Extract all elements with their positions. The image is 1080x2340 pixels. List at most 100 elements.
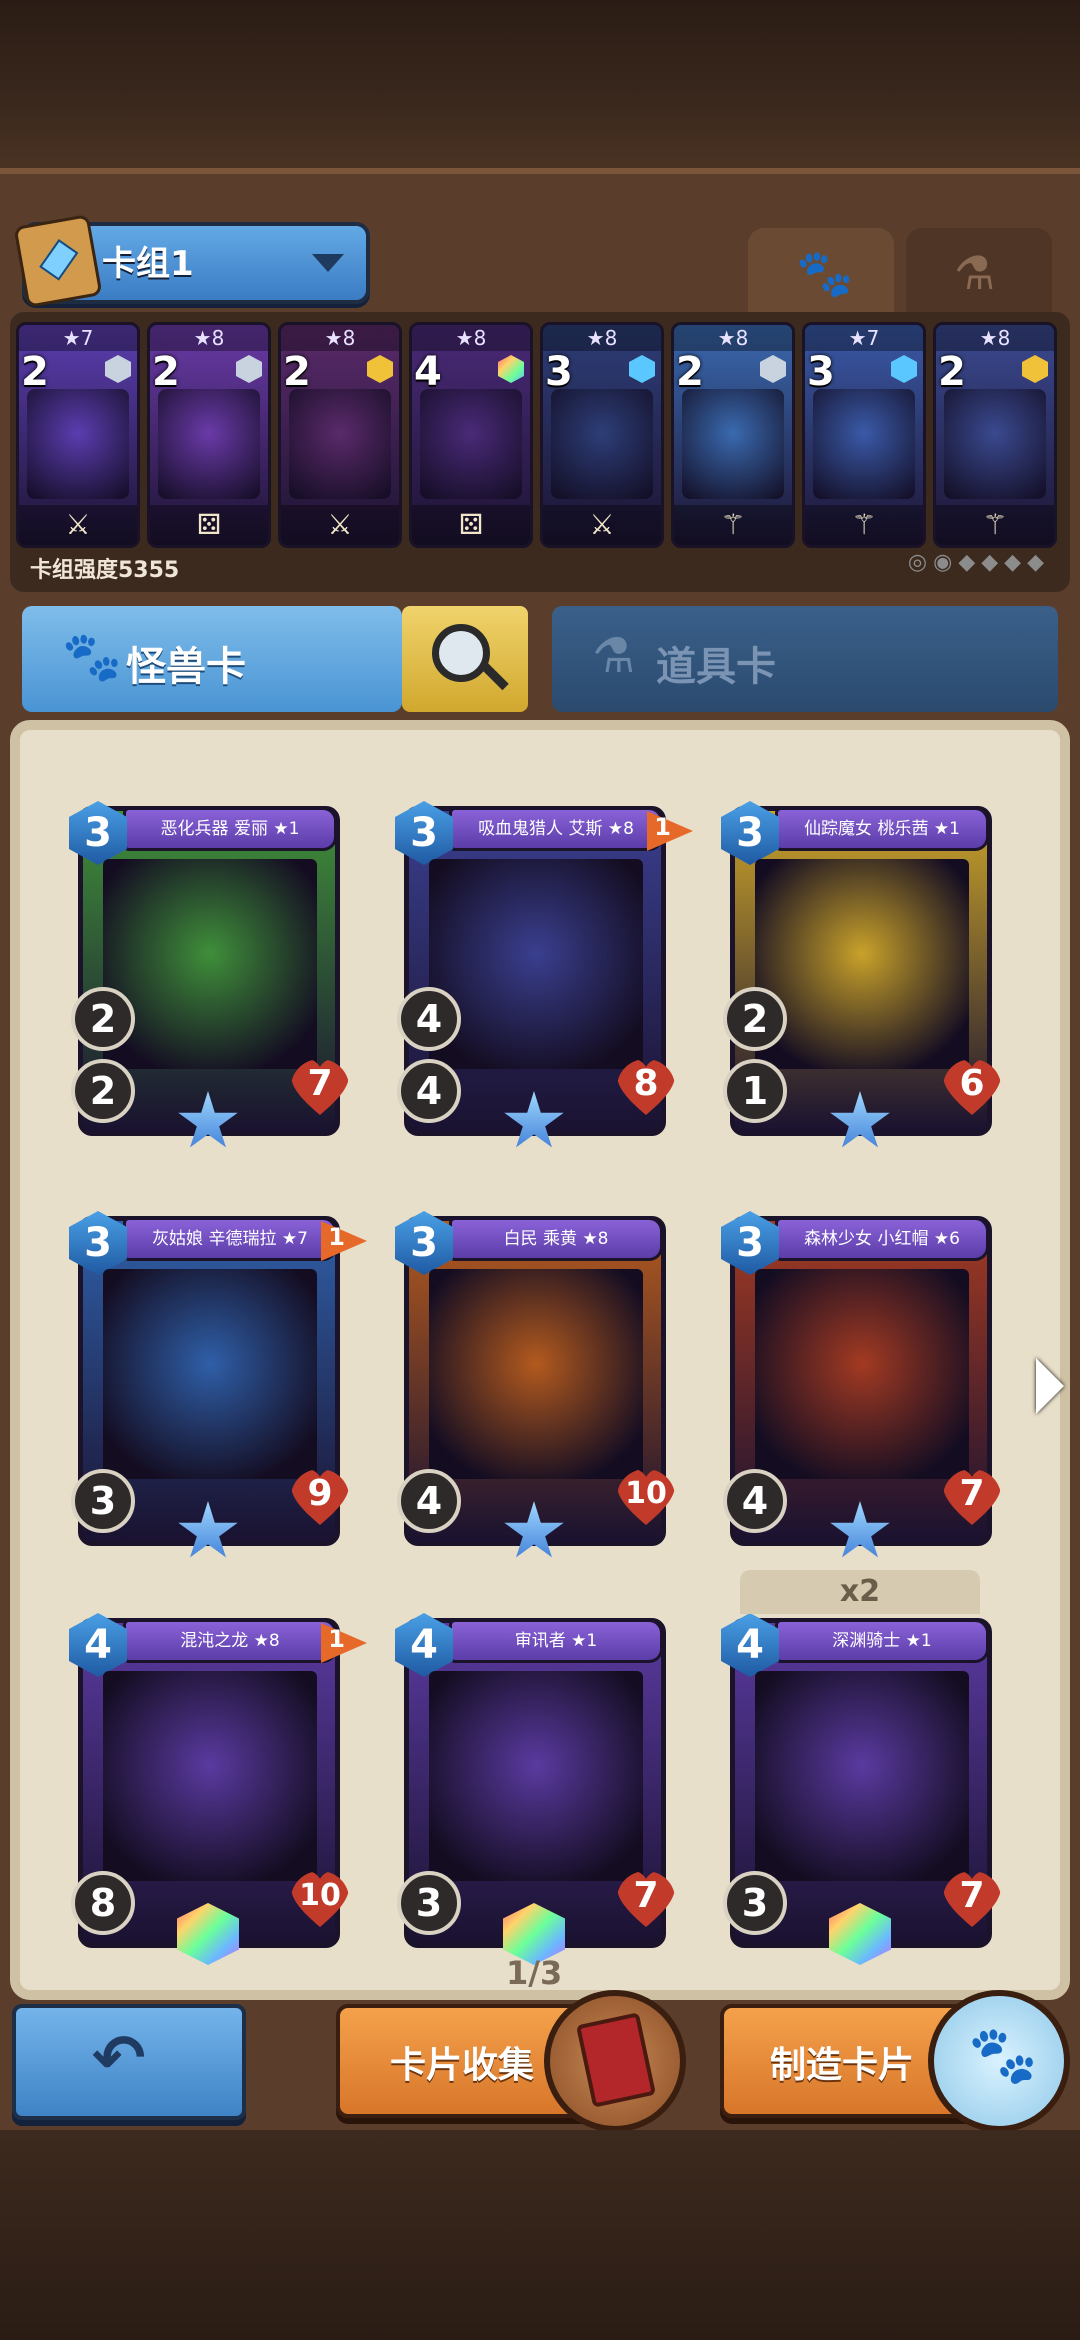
deck-element-icons: ◎◉◆◆◆◆ bbox=[907, 550, 1050, 575]
monster-card[interactable]: 审讯者 ★1 4 3 7 bbox=[395, 1613, 666, 1965]
card-defense: 2 bbox=[71, 1059, 135, 1123]
tab-item-cards[interactable]: ⚗ 道具卡 bbox=[552, 606, 1058, 712]
card-art bbox=[755, 859, 969, 1069]
monster-card[interactable]: 灰姑娘 辛德瑞拉 ★7 3 1 3 9 bbox=[69, 1211, 367, 1558]
staff-icon: ⚚ bbox=[936, 505, 1054, 545]
card-name: 灰姑娘 辛德瑞拉 ★7 bbox=[123, 1217, 337, 1261]
card-art bbox=[429, 859, 643, 1069]
monster-card[interactable]: 混沌之龙 ★8 4 1 8 10 bbox=[69, 1613, 367, 1965]
deck-card[interactable]: ★8 2 ⚔ bbox=[278, 322, 402, 548]
flask-icon: ⚗ bbox=[592, 628, 636, 684]
deck-card-stars: ★8 bbox=[674, 325, 792, 351]
flask-icon: ⚗ bbox=[954, 246, 996, 300]
monster-card[interactable]: 吸血鬼猎人 艾斯 ★8 3 1 4 4 8 bbox=[395, 801, 693, 1148]
card-name: 深渊骑士 ★1 bbox=[775, 1619, 989, 1663]
dice-icon: ⚄ bbox=[150, 505, 268, 545]
staff-icon: ⚚ bbox=[805, 505, 923, 545]
search-button[interactable] bbox=[402, 606, 528, 712]
deck-card[interactable]: ★7 3 ⚚ bbox=[802, 322, 926, 548]
deck-card[interactable]: ★7 2 ⚔ bbox=[16, 322, 140, 548]
back-button[interactable]: ↶ bbox=[12, 2004, 246, 2120]
monster-card[interactable]: 仙踪魔女 桃乐茜 ★1 3 2 1 6 bbox=[721, 801, 992, 1148]
deck-card[interactable]: ★8 2 ⚚ bbox=[933, 322, 1057, 548]
card-attack: 4 bbox=[397, 987, 461, 1051]
deck-card[interactable]: ★8 4 ⚄ bbox=[409, 322, 533, 548]
card-art bbox=[755, 1269, 969, 1479]
card-name: 吸血鬼猎人 艾斯 ★8 bbox=[449, 807, 663, 851]
deck-card[interactable]: ★8 3 ⚔ bbox=[540, 322, 664, 548]
duplicate-count-badge: x2 bbox=[740, 1570, 980, 1614]
monster-card[interactable]: 恶化兵器 爱丽 ★1 3 2 2 7 bbox=[69, 801, 340, 1148]
bottom-wood-border bbox=[0, 2130, 1080, 2340]
staff-icon: ⚚ bbox=[674, 505, 792, 545]
card-art bbox=[103, 1269, 317, 1479]
deck-card-art bbox=[27, 389, 129, 499]
card-name: 审讯者 ★1 bbox=[449, 1619, 663, 1663]
chevron-down-icon bbox=[312, 254, 344, 272]
deck-card-stars: ★8 bbox=[281, 325, 399, 351]
card-defense: 3 bbox=[723, 1871, 787, 1935]
monster-card[interactable]: 深渊骑士 ★1 4 3 7 bbox=[721, 1613, 992, 1965]
sword-icon: ⚔ bbox=[19, 505, 137, 545]
deck-card[interactable]: ★8 2 ⚚ bbox=[671, 322, 795, 548]
tab-monster-label: 怪兽卡 bbox=[126, 644, 246, 690]
card-defense: 4 bbox=[723, 1469, 787, 1533]
page-indicator: 1/3 bbox=[506, 1954, 563, 1992]
deck-card[interactable]: ★8 2 ⚄ bbox=[147, 322, 271, 548]
deck-card-art bbox=[551, 389, 653, 499]
card-defense: 3 bbox=[71, 1469, 135, 1533]
card-defense: 3 bbox=[397, 1871, 461, 1935]
deck-card-gem-icon bbox=[629, 355, 655, 383]
card-art bbox=[429, 1671, 643, 1881]
deck-card-stars: ★7 bbox=[805, 325, 923, 351]
search-icon-handle bbox=[481, 662, 509, 691]
card-art bbox=[429, 1269, 643, 1479]
deck-card-gem-icon bbox=[498, 355, 524, 383]
back-arrow-icon: ↶ bbox=[92, 2022, 146, 2096]
card-name: 森林少女 小红帽 ★6 bbox=[775, 1217, 989, 1261]
dice-icon: ⚄ bbox=[412, 505, 530, 545]
deck-card-gem-icon bbox=[1022, 355, 1048, 383]
deck-card-stars: ★8 bbox=[543, 325, 661, 351]
card-collection-label: 卡片收集 bbox=[390, 2045, 535, 2086]
deck-card-art bbox=[420, 389, 522, 499]
deck-card-gem-icon bbox=[367, 355, 393, 383]
tab-monster-cards[interactable]: 🐾 怪兽卡 bbox=[22, 606, 402, 712]
next-page-arrow-icon[interactable] bbox=[1036, 1358, 1064, 1414]
deck-card-art bbox=[289, 389, 391, 499]
monster-card[interactable]: 森林少女 小红帽 ★6 3 4 7 bbox=[721, 1211, 992, 1558]
craft-card-label: 制造卡片 bbox=[770, 2045, 915, 2086]
paw-icon: 🐾 bbox=[62, 629, 122, 685]
deck-card-art bbox=[682, 389, 784, 499]
card-name: 恶化兵器 爱丽 ★1 bbox=[123, 807, 337, 851]
card-art bbox=[103, 1671, 317, 1881]
deck-card-stars: ★8 bbox=[412, 325, 530, 351]
deck-card-gem-icon bbox=[760, 355, 786, 383]
card-flag-count: 1 bbox=[328, 1223, 345, 1251]
card-defense: 8 bbox=[71, 1871, 135, 1935]
deck-card-gem-icon bbox=[891, 355, 917, 383]
tab-monster-deck[interactable]: 🐾 bbox=[748, 228, 894, 314]
deck-card-art bbox=[944, 389, 1046, 499]
tab-item-deck[interactable]: ⚗ bbox=[906, 228, 1052, 314]
paw-potion-icon[interactable]: 🐾 bbox=[928, 1990, 1070, 2132]
card-flag-count: 1 bbox=[328, 1625, 345, 1653]
deck-card-stars: ★7 bbox=[19, 325, 137, 351]
deck-name: 卡组1 bbox=[102, 244, 194, 284]
search-icon bbox=[432, 624, 490, 682]
deck-card-art bbox=[813, 389, 915, 499]
deck-card-gem-icon bbox=[236, 355, 262, 383]
deck-selector-dropdown[interactable]: 卡组1 bbox=[13, 214, 370, 308]
card-flag-count: 1 bbox=[654, 813, 671, 841]
card-book-icon[interactable] bbox=[544, 1990, 686, 2132]
card-name: 混沌之龙 ★8 bbox=[123, 1619, 337, 1663]
monster-card[interactable]: 白民 乘黄 ★8 3 4 10 bbox=[395, 1211, 666, 1558]
deck-card-stars: ★8 bbox=[150, 325, 268, 351]
card-art bbox=[103, 859, 317, 1069]
card-attack: 2 bbox=[71, 987, 135, 1051]
card-name: 白民 乘黄 ★8 bbox=[449, 1217, 663, 1261]
paw-icon: 🐾 bbox=[796, 246, 854, 300]
card-defense: 4 bbox=[397, 1059, 461, 1123]
card-defense: 4 bbox=[397, 1469, 461, 1533]
top-wood-border bbox=[0, 0, 1080, 170]
